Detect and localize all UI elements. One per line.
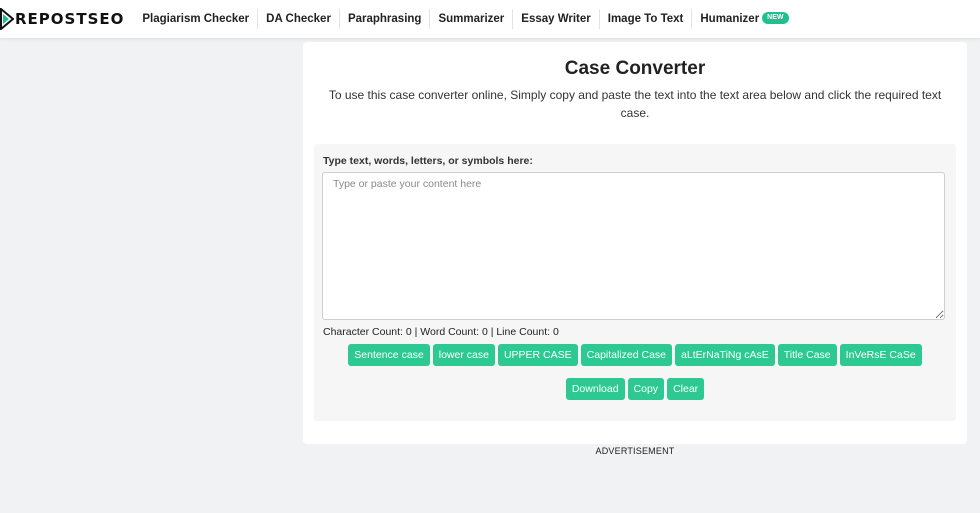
logo-mark-icon	[0, 8, 14, 30]
nav-label: Image To Text	[607, 13, 684, 25]
nav-label: Humanizer	[700, 13, 760, 25]
nav-da-checker[interactable]: DA Checker	[258, 9, 340, 29]
download-button[interactable]: Download	[565, 378, 625, 400]
inverse-case-button[interactable]: InVeRsE CaSe	[839, 344, 922, 366]
case-button-group: Sentence case lower case UPPER CASE Capi…	[314, 344, 956, 366]
page-title: Case Converter	[564, 58, 706, 79]
page-subtitle: To use this case converter online, Simpl…	[328, 88, 942, 120]
nav-label: Summarizer	[438, 13, 505, 25]
text-stats: Character Count: 0 | Word Count: 0 | Lin…	[323, 326, 559, 338]
text-input-label: Type text, words, letters, or symbols he…	[323, 155, 533, 167]
new-badge: NEW	[762, 11, 789, 24]
nav-essay-writer[interactable]: Essay Writer	[513, 9, 600, 29]
brand-name: REPOSTSEO	[15, 10, 125, 28]
sentence-case-button[interactable]: Sentence case	[348, 344, 430, 366]
lower-case-button[interactable]: lower case	[432, 344, 495, 366]
nav-label: Essay Writer	[521, 13, 591, 25]
upper-case-button[interactable]: UPPER CASE	[497, 344, 578, 366]
capitalized-case-button[interactable]: Capitalized Case	[580, 344, 673, 366]
converter-panel: Type text, words, letters, or symbols he…	[314, 144, 956, 421]
action-button-group: Download Copy Clear	[314, 378, 956, 400]
alternating-case-button[interactable]: aLtErNaTiNg cAsE	[675, 344, 775, 366]
advertisement-label: ADVERTISEMENT	[595, 446, 675, 456]
main-nav: Plagiarism Checker DA Checker Paraphrasi…	[134, 0, 796, 38]
nav-humanizer[interactable]: Humanizer NEW	[692, 9, 796, 29]
nav-label: DA Checker	[266, 13, 331, 25]
nav-paraphrasing[interactable]: Paraphrasing	[340, 9, 431, 29]
case-converter-card: Case Converter To use this case converte…	[303, 42, 967, 444]
nav-label: Plagiarism Checker	[142, 13, 250, 25]
brand-logo[interactable]: REPOSTSEO	[0, 0, 124, 38]
nav-image-to-text[interactable]: Image To Text	[600, 9, 693, 29]
nav-summarizer[interactable]: Summarizer	[430, 9, 514, 29]
top-navbar: REPOSTSEO Plagiarism Checker DA Checker …	[0, 0, 980, 39]
clear-button[interactable]: Clear	[667, 378, 705, 400]
nav-plagiarism-checker[interactable]: Plagiarism Checker	[134, 9, 259, 29]
text-input-area[interactable]	[322, 172, 945, 320]
nav-label: Paraphrasing	[347, 13, 422, 25]
title-case-button[interactable]: Title Case	[777, 344, 837, 366]
copy-button[interactable]: Copy	[627, 378, 665, 400]
